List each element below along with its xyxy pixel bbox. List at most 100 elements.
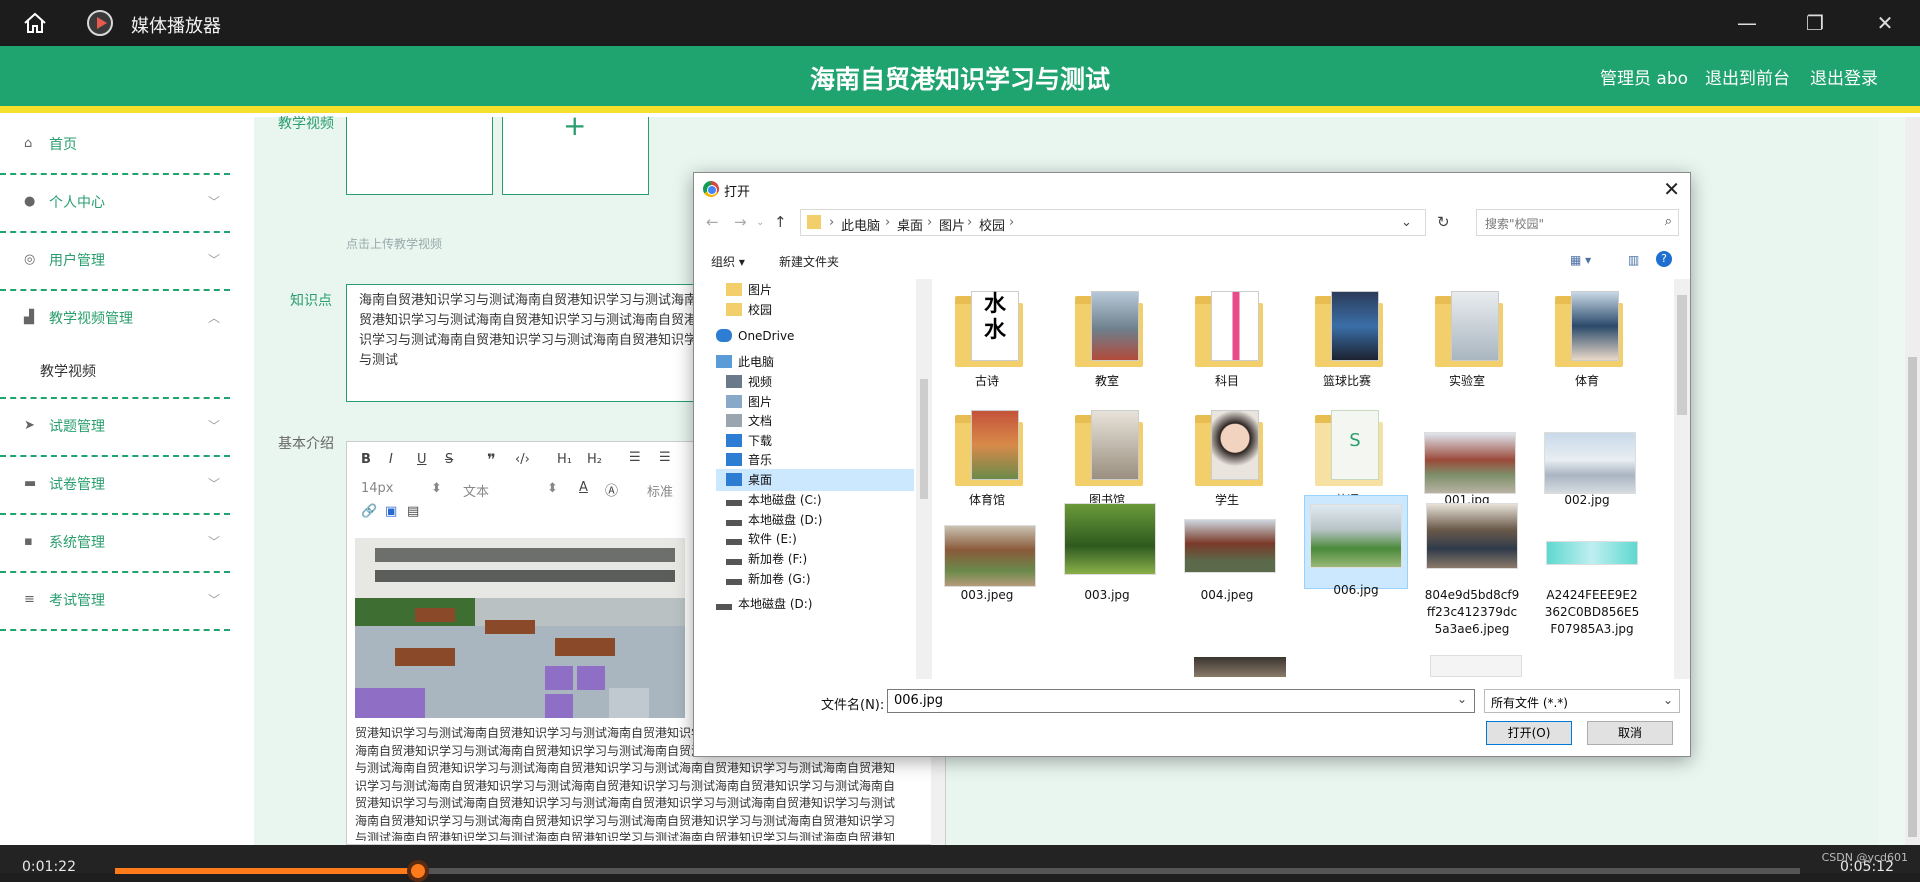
tree-item-desktop[interactable]: 桌面 xyxy=(716,469,914,491)
font-color-icon[interactable]: A xyxy=(579,480,588,495)
breadcrumb-item[interactable]: 校园 xyxy=(979,215,1005,234)
tree-item[interactable]: 本地磁盘 (D:) xyxy=(716,593,812,615)
folder-item[interactable]: 实验室 xyxy=(1424,287,1510,390)
tree-item[interactable]: 新加卷 (F:) xyxy=(726,548,807,570)
h1-icon[interactable]: H₁ xyxy=(557,452,572,467)
refresh-icon[interactable]: ↻ xyxy=(1437,213,1450,231)
preview-pane-icon[interactable]: ▥ xyxy=(1628,253,1639,267)
folder-item[interactable]: 学生 xyxy=(1184,406,1270,509)
recent-dropdown-icon[interactable]: ⌄ xyxy=(756,217,764,228)
tree-item[interactable]: 音乐 xyxy=(726,449,772,471)
sidebar-subitem-video[interactable]: 教学视频 xyxy=(40,361,96,381)
quote-icon[interactable]: ❞ xyxy=(487,450,496,469)
font-size-select[interactable]: 14px xyxy=(361,481,394,496)
exit-to-front-link[interactable]: 退出到前台 xyxy=(1705,64,1790,89)
bullet-list-icon[interactable]: ☰ xyxy=(659,450,671,465)
cancel-button[interactable]: 取消 xyxy=(1587,721,1673,745)
tree-item-this-pc[interactable]: 此电脑 xyxy=(716,351,774,373)
image-item-selected[interactable]: 006.jpg xyxy=(1304,495,1408,597)
file-list-scrollbar[interactable] xyxy=(1674,279,1690,679)
maximize-icon[interactable]: ❐ xyxy=(1802,10,1828,36)
image-item[interactable]: 003.jpeg xyxy=(944,501,1036,604)
open-button[interactable]: 打开(O) xyxy=(1486,721,1572,745)
image-item[interactable]: 002.jpg xyxy=(1544,406,1636,509)
tree-item[interactable]: 本地磁盘 (C:) xyxy=(726,489,822,511)
folder-item[interactable]: 体育馆 xyxy=(944,406,1030,509)
background-color-icon[interactable]: Ⓐ xyxy=(605,480,618,499)
new-folder-button[interactable]: 新建文件夹 xyxy=(779,253,839,270)
up-arrow-icon[interactable]: ↑ xyxy=(774,213,787,231)
italic-icon[interactable]: I xyxy=(389,452,393,467)
image-thumb-partial[interactable] xyxy=(1430,655,1522,677)
tree-item[interactable]: 图片 xyxy=(726,279,772,301)
sidebar-item-video-management[interactable]: ▟ 教学视频管理 ︿ 教学视频 xyxy=(0,291,230,399)
image-item[interactable]: 003.jpg xyxy=(1064,501,1156,604)
breadcrumb-item[interactable]: 桌面 xyxy=(897,215,923,234)
folder-item[interactable]: 教室 xyxy=(1064,287,1150,390)
breadcrumb-sep: › xyxy=(829,215,835,230)
font-type-select[interactable]: 文本 xyxy=(463,481,489,500)
search-box[interactable]: 搜索"校园" ⌕ xyxy=(1476,209,1679,236)
close-icon[interactable]: ✕ xyxy=(1663,177,1680,201)
page-scrollbar[interactable] xyxy=(1905,117,1920,845)
help-icon[interactable]: ? xyxy=(1656,251,1672,267)
breadcrumb-item[interactable]: 图片 xyxy=(939,215,965,234)
bold-icon[interactable]: B xyxy=(361,452,371,467)
seek-handle[interactable] xyxy=(407,860,430,882)
tree-scrollbar[interactable] xyxy=(916,279,932,679)
tree-item-onedrive[interactable]: OneDrive xyxy=(716,325,794,347)
close-icon[interactable]: ✕ xyxy=(1872,10,1898,36)
sidebar-item-users[interactable]: ◎ 用户管理 ﹀ xyxy=(0,233,230,291)
sidebar-item-label: 考试管理 xyxy=(49,593,105,609)
sidebar-item-exams[interactable]: ≡ 考试管理 ﹀ xyxy=(0,573,230,631)
folder-item[interactable]: 水水 古诗 xyxy=(944,287,1030,390)
code-icon[interactable]: ‹/› xyxy=(515,452,530,467)
tree-item[interactable]: 新加卷 (G:) xyxy=(726,568,811,590)
filename-input[interactable]: 006.jpg xyxy=(887,689,1475,713)
image-icon[interactable]: ▣ xyxy=(385,504,397,519)
video-preview-box[interactable] xyxy=(346,117,493,195)
minimize-icon[interactable]: — xyxy=(1734,10,1760,36)
sidebar-item-papers[interactable]: ▬ 试卷管理 ﹀ xyxy=(0,457,230,515)
image-item[interactable]: A2424FEEE9E2362C0BD856E5F07985A3.jpg xyxy=(1544,501,1640,638)
knowledge-textarea[interactable]: 海南自贸港知识学习与测试海南自贸港知识学习与测试海南自贸港知识学习与测试海南自贸… xyxy=(346,284,726,402)
home-icon[interactable] xyxy=(22,11,48,35)
folder-item[interactable]: 科目 xyxy=(1184,287,1270,390)
folder-item[interactable]: S 英语 xyxy=(1304,406,1390,509)
address-bar[interactable]: › 此电脑 › 桌面 › 图片 › 校园 › ⌄ xyxy=(800,209,1426,236)
tree-item[interactable]: 软件 (E:) xyxy=(726,528,797,550)
filetype-select[interactable]: 所有文件 (*.*) ⌄ xyxy=(1484,689,1680,713)
video-icon[interactable]: ▤ xyxy=(407,504,419,519)
sidebar-item-system[interactable]: ▪ 系统管理 ﹀ xyxy=(0,515,230,573)
folder-item[interactable]: 篮球比赛 xyxy=(1304,287,1390,390)
chevron-down-icon[interactable]: ⌄ xyxy=(1401,215,1412,230)
seek-bar[interactable] xyxy=(115,860,1800,882)
link-icon[interactable]: 🔗 xyxy=(361,504,377,519)
heading-select[interactable]: 标准 xyxy=(647,481,673,500)
h2-icon[interactable]: H₂ xyxy=(587,452,602,467)
image-thumb-partial[interactable] xyxy=(1194,657,1286,677)
chevron-down-icon[interactable]: ⌄ xyxy=(1457,692,1467,706)
organize-button[interactable]: 组织 ▾ xyxy=(711,253,745,270)
breadcrumb-item[interactable]: 此电脑 xyxy=(841,215,880,234)
sidebar-item-home[interactable]: ⌂ 首页 xyxy=(0,117,230,175)
underline-icon[interactable]: U xyxy=(417,452,427,467)
folder-item[interactable]: 体育 xyxy=(1544,287,1630,390)
forward-arrow-icon[interactable]: → xyxy=(734,213,747,231)
logout-link[interactable]: 退出登录 xyxy=(1810,64,1878,89)
video-upload-button[interactable]: + xyxy=(502,109,649,195)
sidebar-item-profile[interactable]: ● 个人中心 ﹀ xyxy=(0,175,230,233)
tree-item[interactable]: 视频 xyxy=(726,371,772,393)
strike-icon[interactable]: S xyxy=(445,452,453,467)
view-options-icon[interactable]: ▦ ▾ xyxy=(1570,253,1591,267)
image-item[interactable]: 004.jpeg xyxy=(1184,501,1276,604)
ordered-list-icon[interactable]: ☰ xyxy=(629,450,641,465)
back-arrow-icon[interactable]: ← xyxy=(706,213,719,231)
image-item[interactable]: 001.jpg xyxy=(1424,406,1516,509)
image-item[interactable]: 804e9d5bd8cf9ff23c412379dc5a3ae6.jpeg xyxy=(1424,501,1520,638)
tree-item[interactable]: 校园 xyxy=(726,299,772,321)
sidebar-item-questions[interactable]: ➤ 试题管理 ﹀ xyxy=(0,399,230,457)
tree-item[interactable]: 文档 xyxy=(726,410,772,432)
folder-item[interactable]: 图书馆 xyxy=(1064,406,1150,509)
admin-label[interactable]: 管理员 abo xyxy=(1600,64,1688,89)
